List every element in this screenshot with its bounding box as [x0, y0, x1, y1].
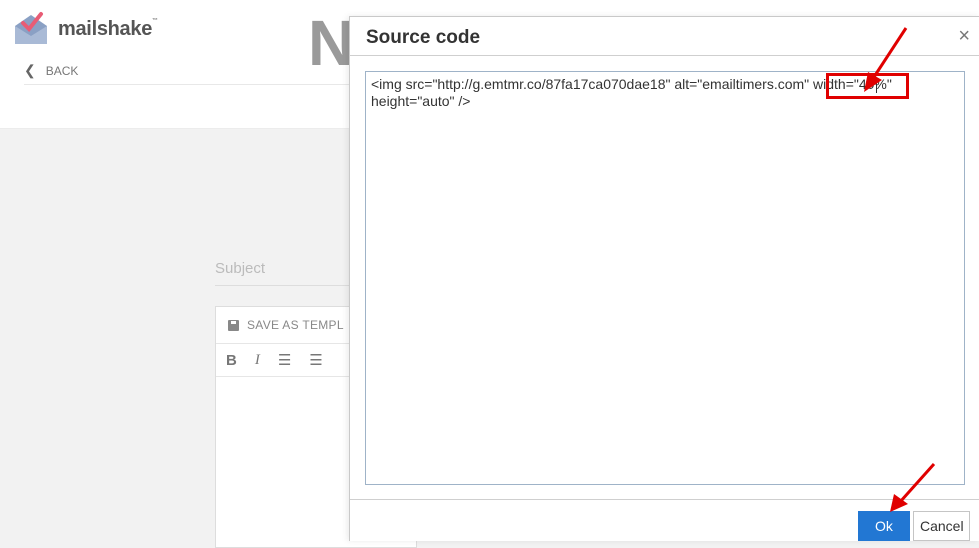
envelope-logo-icon	[15, 12, 47, 44]
save-disk-icon	[228, 319, 239, 331]
source-code-text[interactable]: <img src="http://g.emtmr.co/87fa17ca070d…	[366, 72, 964, 114]
cancel-button[interactable]: Cancel	[913, 511, 970, 541]
page-title: N	[308, 7, 354, 79]
bold-button[interactable]: B	[226, 352, 237, 369]
source-code-dialog: Source code × <img src="http://g.emtmr.c…	[349, 16, 979, 541]
dialog-title: Source code	[366, 27, 481, 48]
dialog-header: Source code ×	[350, 17, 979, 56]
bullet-list-icon[interactable]: ☰	[278, 351, 291, 369]
back-link[interactable]: ❮ BACK	[24, 62, 78, 79]
brand-name: mailshake™	[58, 17, 158, 40]
source-code-textarea[interactable]: <img src="http://g.emtmr.co/87fa17ca070d…	[365, 71, 965, 485]
save-as-template-button[interactable]: SAVE AS TEMPL	[247, 318, 344, 332]
dialog-footer: Ok Cancel	[350, 499, 979, 542]
mailshake-logo[interactable]: mailshake™	[12, 10, 158, 48]
italic-button[interactable]: I	[255, 352, 260, 369]
text-caret	[876, 78, 877, 93]
back-label: BACK	[45, 63, 79, 78]
chevron-left-icon: ❮	[24, 62, 36, 78]
close-icon[interactable]: ×	[958, 25, 970, 48]
numbered-list-icon[interactable]: ☰	[309, 351, 322, 369]
ok-button[interactable]: Ok	[858, 511, 910, 541]
divider	[24, 84, 354, 85]
